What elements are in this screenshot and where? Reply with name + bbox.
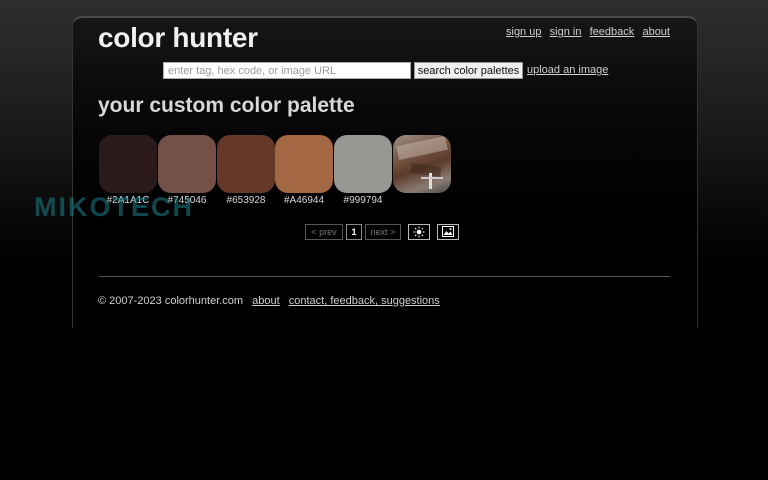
next-page-button[interactable]: next > <box>365 224 401 240</box>
sign-up-link[interactable]: sign up <box>506 26 541 38</box>
about-link[interactable]: about <box>642 26 670 38</box>
swatch-1[interactable]: #2A1A1C <box>99 135 157 206</box>
current-page: 1 <box>346 224 362 240</box>
sign-in-link[interactable]: sign in <box>550 26 582 38</box>
swatch-5[interactable]: #999794 <box>334 135 392 206</box>
site-logo[interactable]: color hunter <box>98 22 258 54</box>
search-input[interactable] <box>163 62 411 79</box>
feedback-link[interactable]: feedback <box>590 26 635 38</box>
footer: © 2007-2023 colorhunter.com about contac… <box>98 295 440 307</box>
image-view-icon[interactable] <box>437 224 459 240</box>
search-button[interactable]: search color palettes <box>414 62 523 79</box>
prev-page-button[interactable]: < prev <box>305 224 343 240</box>
top-nav: sign up sign in feedback about <box>506 26 670 38</box>
footer-about-link[interactable]: about <box>252 295 280 307</box>
footer-divider <box>99 276 670 277</box>
brightness-icon[interactable] <box>408 224 430 240</box>
page-title: your custom color palette <box>98 94 355 117</box>
watermark-logo: MIKOTECH <box>34 192 194 222</box>
swatch-4[interactable]: #A46944 <box>275 135 333 206</box>
pagination: < prev 1 next > <box>0 224 768 240</box>
source-photo-thumbnail[interactable] <box>393 135 451 193</box>
contact-link[interactable]: contact, feedback, suggestions <box>289 295 440 307</box>
swatch-2[interactable]: #745046 <box>158 135 216 206</box>
swatch-hex-label: #999794 <box>343 195 383 206</box>
upload-image-link[interactable]: upload an image <box>527 64 608 76</box>
swatch-3[interactable]: #653928 <box>217 135 275 206</box>
copyright-text: © 2007-2023 colorhunter.com <box>98 295 244 307</box>
